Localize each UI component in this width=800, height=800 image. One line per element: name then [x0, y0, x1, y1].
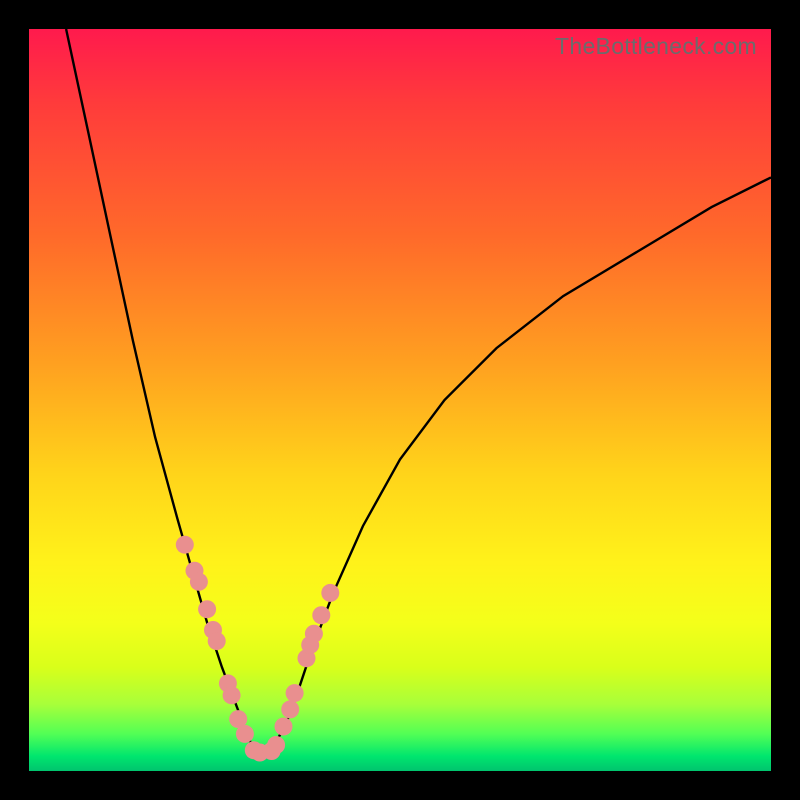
highlight-dot — [286, 684, 304, 702]
highlight-dot — [223, 686, 241, 704]
highlight-dots-group — [176, 536, 339, 762]
highlight-dot — [305, 625, 323, 643]
highlight-dot — [236, 725, 254, 743]
bottleneck-curve — [66, 29, 771, 753]
highlight-dot — [321, 584, 339, 602]
highlight-dot — [267, 736, 285, 754]
highlight-dot — [190, 573, 208, 591]
highlight-dot — [176, 536, 194, 554]
plot-area: TheBottleneck.com — [29, 29, 771, 771]
highlight-dot — [281, 700, 299, 718]
highlight-dot — [208, 632, 226, 650]
highlight-dot — [198, 600, 216, 618]
highlight-dot — [312, 606, 330, 624]
curve-layer — [29, 29, 771, 771]
highlight-dot — [275, 718, 293, 736]
chart-frame: TheBottleneck.com — [0, 0, 800, 800]
